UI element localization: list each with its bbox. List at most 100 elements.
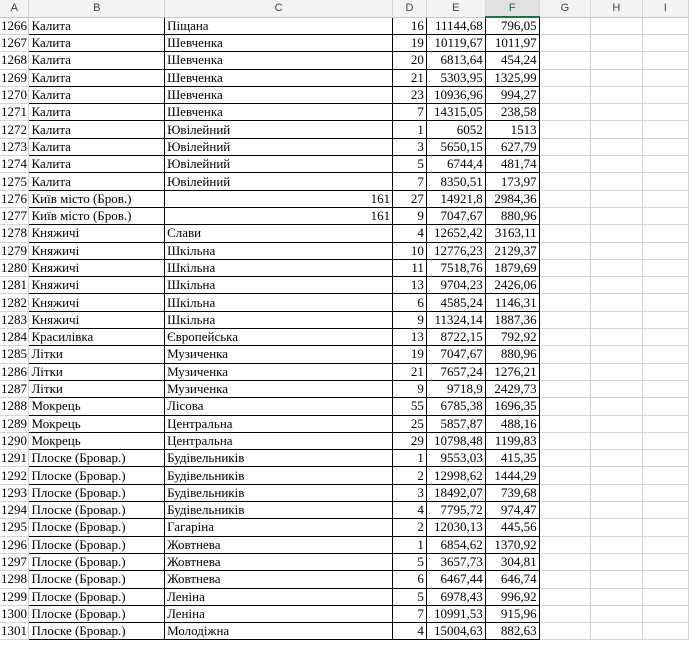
cell-f[interactable]: 1696,35 bbox=[485, 397, 540, 416]
cell-g[interactable] bbox=[539, 155, 592, 174]
cell-b[interactable]: Княжичі bbox=[28, 311, 166, 330]
cell-f[interactable]: 3163,11 bbox=[485, 224, 540, 243]
cell-h[interactable] bbox=[590, 397, 643, 416]
cell-h[interactable] bbox=[590, 345, 643, 364]
cell-i[interactable] bbox=[642, 536, 689, 554]
cell-d[interactable]: 20 bbox=[392, 51, 427, 70]
cell-g[interactable] bbox=[539, 432, 592, 451]
cell-c[interactable]: Шевченка bbox=[164, 51, 394, 70]
cell-i[interactable] bbox=[642, 34, 689, 53]
cell-b[interactable]: Княжичі bbox=[28, 224, 166, 243]
cell-d[interactable]: 3 bbox=[392, 484, 427, 503]
cell-e[interactable]: 8350,51 bbox=[426, 172, 486, 191]
cell-d[interactable]: 16 bbox=[392, 17, 427, 35]
cell-c[interactable]: Слави bbox=[164, 224, 394, 243]
column-header-h[interactable]: H bbox=[590, 0, 643, 18]
cell-e[interactable]: 7657,24 bbox=[426, 363, 486, 381]
cell-f[interactable]: 1011,97 bbox=[485, 34, 540, 53]
cell-f[interactable]: 1887,36 bbox=[485, 311, 540, 330]
cell-b[interactable]: Калита bbox=[28, 69, 166, 87]
cell-e[interactable]: 8722,15 bbox=[426, 328, 486, 347]
cell-a[interactable]: 1272 bbox=[0, 120, 30, 139]
cell-f[interactable]: 454,24 bbox=[485, 51, 540, 70]
cell-c[interactable]: 161 bbox=[164, 207, 394, 226]
cell-a[interactable]: 1295 bbox=[0, 518, 30, 537]
cell-b[interactable]: Плоске (Бровар.) bbox=[28, 466, 166, 485]
cell-a[interactable]: 1281 bbox=[0, 276, 30, 295]
cell-b[interactable]: Плоске (Бровар.) bbox=[28, 570, 166, 589]
cell-g[interactable] bbox=[539, 588, 592, 606]
cell-e[interactable]: 10119,67 bbox=[426, 34, 486, 53]
cell-i[interactable] bbox=[642, 207, 689, 226]
cell-i[interactable] bbox=[642, 466, 689, 485]
cell-d[interactable]: 5 bbox=[392, 155, 427, 174]
cell-a[interactable]: 1277 bbox=[0, 207, 30, 226]
cell-f[interactable]: 994,27 bbox=[485, 86, 540, 105]
cell-i[interactable] bbox=[642, 103, 689, 122]
cell-c[interactable]: 161 bbox=[164, 190, 394, 208]
cell-g[interactable] bbox=[539, 311, 592, 330]
cell-e[interactable]: 14315,05 bbox=[426, 103, 486, 122]
column-header-f[interactable]: F bbox=[485, 0, 540, 18]
cell-d[interactable]: 4 bbox=[392, 501, 427, 520]
cell-d[interactable]: 4 bbox=[392, 224, 427, 243]
cell-g[interactable] bbox=[539, 86, 592, 105]
cell-i[interactable] bbox=[642, 311, 689, 330]
cell-g[interactable] bbox=[539, 34, 592, 53]
cell-f[interactable]: 445,56 bbox=[485, 518, 540, 537]
cell-b[interactable]: Плоске (Бровар.) bbox=[28, 449, 166, 468]
column-header-d[interactable]: D bbox=[392, 0, 427, 18]
cell-h[interactable] bbox=[590, 432, 643, 451]
cell-d[interactable]: 9 bbox=[392, 380, 427, 399]
cell-g[interactable] bbox=[539, 363, 592, 381]
cell-e[interactable]: 15004,63 bbox=[426, 622, 486, 641]
cell-i[interactable] bbox=[642, 328, 689, 347]
cell-b[interactable]: Плоске (Бровар.) bbox=[28, 518, 166, 537]
cell-c[interactable]: Молодіжна bbox=[164, 622, 394, 641]
cell-f[interactable]: 739,68 bbox=[485, 484, 540, 503]
cell-a[interactable]: 1268 bbox=[0, 51, 30, 70]
cell-e[interactable]: 6744,4 bbox=[426, 155, 486, 174]
cell-g[interactable] bbox=[539, 415, 592, 433]
cell-c[interactable]: Музиченка bbox=[164, 380, 394, 399]
cell-e[interactable]: 6052 bbox=[426, 120, 486, 139]
cell-a[interactable]: 1294 bbox=[0, 501, 30, 520]
cell-c[interactable]: Жовтнева bbox=[164, 553, 394, 572]
cell-b[interactable]: Мокрець bbox=[28, 397, 166, 416]
cell-d[interactable]: 25 bbox=[392, 415, 427, 433]
cell-d[interactable]: 19 bbox=[392, 345, 427, 364]
column-header-c[interactable]: C bbox=[164, 0, 394, 18]
cell-a[interactable]: 1290 bbox=[0, 432, 30, 451]
cell-b[interactable]: Літки bbox=[28, 345, 166, 364]
cell-b[interactable]: Мокрець bbox=[28, 432, 166, 451]
cell-f[interactable]: 996,92 bbox=[485, 588, 540, 606]
cell-a[interactable]: 1300 bbox=[0, 605, 30, 624]
cell-a[interactable]: 1273 bbox=[0, 138, 30, 157]
cell-g[interactable] bbox=[539, 276, 592, 295]
cell-g[interactable] bbox=[539, 466, 592, 485]
cell-d[interactable]: 1 bbox=[392, 536, 427, 554]
cell-g[interactable] bbox=[539, 501, 592, 520]
cell-e[interactable]: 9704,23 bbox=[426, 276, 486, 295]
cell-b[interactable]: Плоске (Бровар.) bbox=[28, 536, 166, 554]
cell-c[interactable]: Шевченка bbox=[164, 69, 394, 87]
cell-g[interactable] bbox=[539, 380, 592, 399]
cell-b[interactable]: Калита bbox=[28, 103, 166, 122]
cell-i[interactable] bbox=[642, 588, 689, 606]
cell-h[interactable] bbox=[590, 415, 643, 433]
cell-h[interactable] bbox=[590, 466, 643, 485]
cell-a[interactable]: 1267 bbox=[0, 34, 30, 53]
cell-c[interactable]: Гагаріна bbox=[164, 518, 394, 537]
column-header-a[interactable]: A bbox=[0, 0, 30, 18]
cell-g[interactable] bbox=[539, 622, 592, 641]
cell-h[interactable] bbox=[590, 34, 643, 53]
cell-e[interactable]: 12998,62 bbox=[426, 466, 486, 485]
cell-i[interactable] bbox=[642, 51, 689, 70]
cell-c[interactable]: Ювілейний bbox=[164, 138, 394, 157]
cell-g[interactable] bbox=[539, 293, 592, 312]
cell-i[interactable] bbox=[642, 259, 689, 278]
cell-f[interactable]: 1513 bbox=[485, 120, 540, 139]
cell-e[interactable]: 7047,67 bbox=[426, 207, 486, 226]
cell-d[interactable]: 1 bbox=[392, 449, 427, 468]
cell-f[interactable]: 880,96 bbox=[485, 207, 540, 226]
